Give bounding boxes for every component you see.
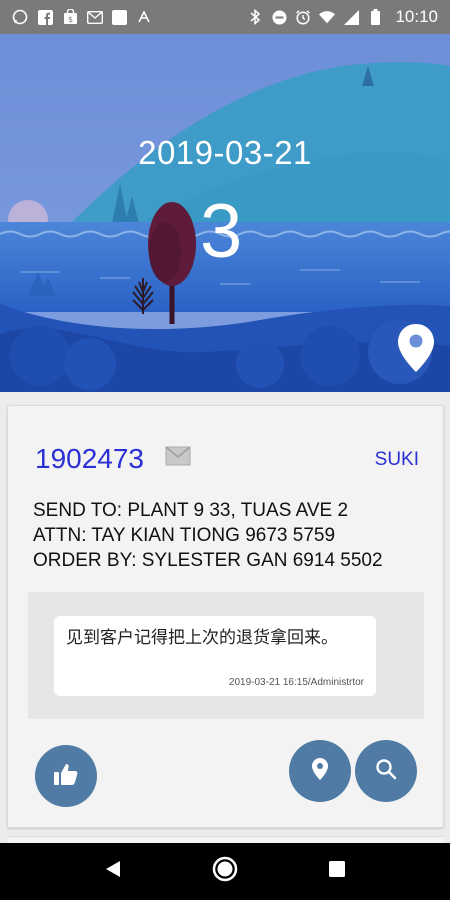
location-button[interactable] <box>289 740 351 802</box>
system-nav-bar <box>0 843 450 900</box>
shopping-bag-icon: $ <box>62 9 78 25</box>
note-meta: 2019-03-21 16:15/Administrtor <box>228 677 364 688</box>
facebook-icon <box>37 9 53 25</box>
search-icon <box>375 758 397 785</box>
battery-icon <box>367 9 383 25</box>
clock: 10:10 <box>395 7 438 26</box>
header-count: 3 <box>200 189 243 274</box>
notes-section: 见到客户记得把上次的退货拿回来。 2019-03-21 16:15/Admini… <box>28 592 424 719</box>
map-pin-icon[interactable] <box>396 322 436 374</box>
like-button[interactable] <box>35 745 97 807</box>
header-banner: 2019-03-21 3 <box>0 34 450 392</box>
svg-text:$: $ <box>67 15 72 24</box>
header-date: 2019-03-21 <box>138 134 312 171</box>
note-bubble: 见到客户记得把上次的退货拿回来。 2019-03-21 16:15/Admini… <box>54 616 376 696</box>
home-icon[interactable] <box>212 856 238 887</box>
back-icon[interactable] <box>105 860 121 883</box>
arrow-app-icon <box>136 9 152 25</box>
gmail-icon <box>87 9 103 25</box>
signal-icon <box>343 9 359 25</box>
order-card[interactable]: 1902473 SUKI SEND TO: PLANT 9 33, TUAS A… <box>7 405 444 828</box>
location-pin-icon <box>311 757 329 786</box>
order-details: SEND TO: PLANT 9 33, TUAS AVE 2 ATTN: TA… <box>33 500 383 571</box>
order-number[interactable]: 1902473 <box>35 443 144 475</box>
bluetooth-icon <box>247 9 263 25</box>
assignee-label: SUKI <box>374 449 419 470</box>
thumbs-up-icon <box>53 762 79 791</box>
mail-icon[interactable] <box>165 446 191 466</box>
do-not-disturb-icon <box>271 9 287 25</box>
square-app-icon <box>112 9 127 25</box>
note-text: 见到客户记得把上次的退货拿回来。 <box>66 628 338 647</box>
status-bar: $ 10:10 <box>0 0 450 34</box>
search-button[interactable] <box>355 740 417 802</box>
wifi-icon <box>319 9 336 25</box>
alarm-icon <box>295 9 311 25</box>
whatsapp-icon <box>12 9 28 25</box>
recents-icon[interactable] <box>328 861 345 882</box>
